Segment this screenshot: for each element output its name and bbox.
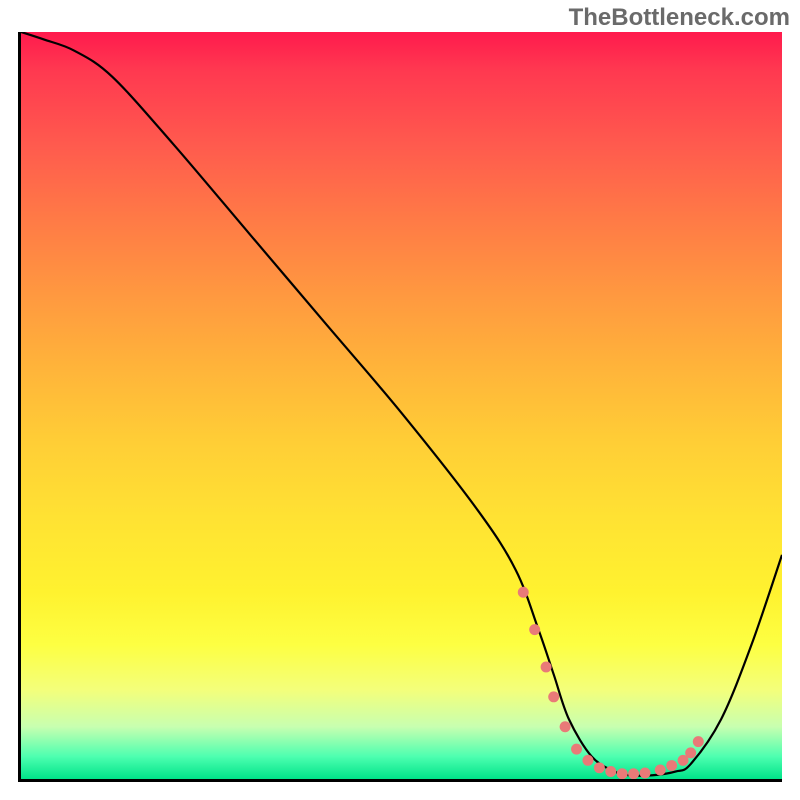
valley-dot: [628, 768, 639, 779]
valley-dot: [529, 624, 540, 635]
valley-dot: [666, 760, 677, 771]
valley-dot: [541, 661, 552, 672]
valley-dot: [655, 765, 666, 776]
valley-dot: [560, 721, 571, 732]
valley-dot: [571, 744, 582, 755]
watermark-text: TheBottleneck.com: [569, 4, 790, 32]
valley-dot: [518, 587, 529, 598]
valley-dot: [640, 768, 651, 779]
valley-dot: [693, 736, 704, 747]
valley-dot: [617, 768, 628, 779]
valley-dot: [685, 747, 696, 758]
valley-dot: [582, 755, 593, 766]
bottleneck-chart: TheBottleneck.com: [0, 0, 800, 800]
valley-dot: [605, 766, 616, 777]
plot-area: [18, 32, 782, 782]
bottleneck-curve-path: [21, 32, 782, 776]
valley-dots-group: [518, 587, 704, 779]
valley-dot: [594, 762, 605, 773]
curve-svg: [21, 32, 782, 779]
valley-dot: [548, 691, 559, 702]
